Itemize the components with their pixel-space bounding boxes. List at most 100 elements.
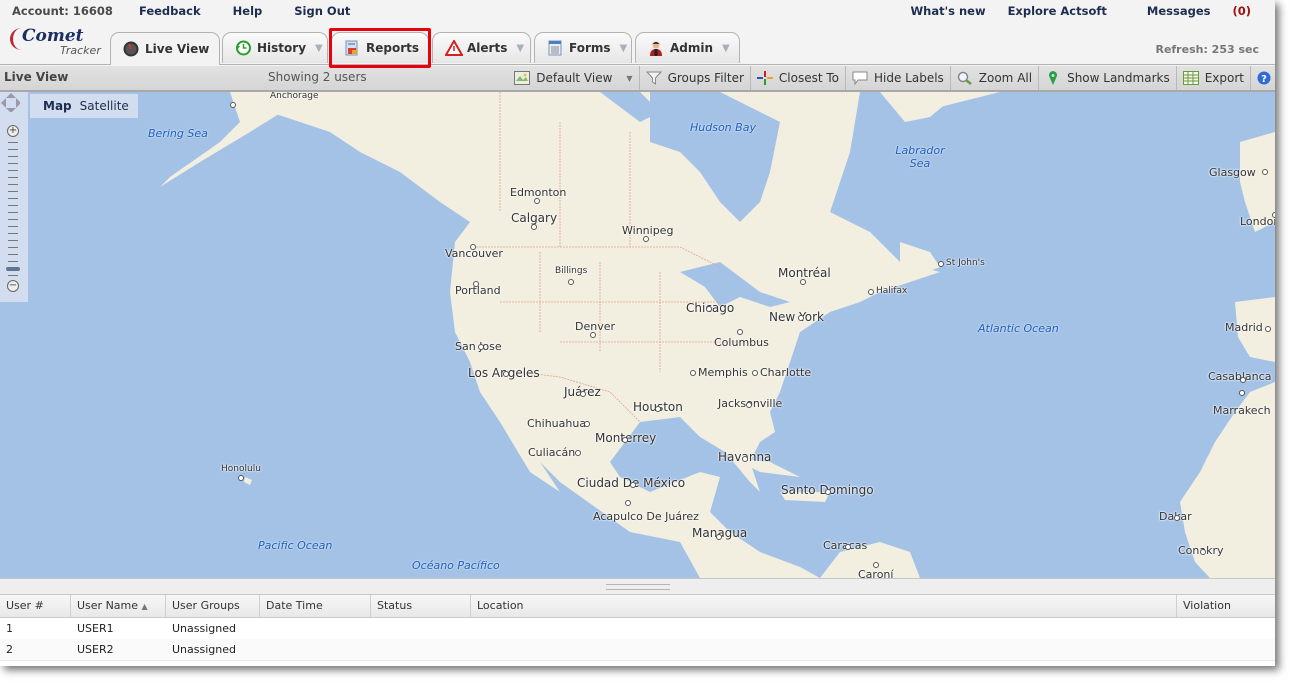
default-view-label: Default View bbox=[536, 71, 613, 85]
splitter-grip-icon[interactable] bbox=[606, 584, 670, 590]
tab-admin[interactable]: Admin ▼ bbox=[635, 32, 740, 63]
city-marker-icon bbox=[230, 102, 236, 108]
city-marker-icon bbox=[590, 332, 596, 338]
hide-labels-label: Hide Labels bbox=[873, 71, 944, 85]
top-links: Account: 16608 Feedback Help Sign Out bbox=[12, 4, 378, 18]
user-icon bbox=[648, 40, 664, 56]
right-links: What's new Explore Actsoft Messages (0) bbox=[892, 4, 1251, 18]
zoom-all-label: Zoom All bbox=[978, 71, 1033, 85]
sea-label: Labrador Sea bbox=[895, 144, 945, 170]
default-view-button[interactable]: Default View ▼ bbox=[508, 66, 638, 90]
city-label: Montréal bbox=[778, 266, 831, 280]
city-label: Columbus bbox=[714, 336, 769, 349]
help-icon: ? bbox=[1257, 71, 1273, 85]
hawaii bbox=[244, 477, 252, 485]
table-row[interactable]: 1 USER1 Unassigned bbox=[0, 618, 1275, 640]
col-user-groups[interactable]: User Groups bbox=[166, 595, 260, 617]
tab-label: Admin bbox=[670, 41, 714, 55]
map-type-satellite[interactable]: Satellite bbox=[80, 99, 129, 113]
show-landmarks-button[interactable]: Show Landmarks bbox=[1038, 66, 1176, 90]
map-canvas[interactable]: Map Satellite + − Bering Sea Hudson Bay … bbox=[0, 92, 1275, 578]
zoom-out-button[interactable]: − bbox=[7, 280, 19, 292]
north-america-land bbox=[230, 92, 1000, 578]
city-marker-icon bbox=[575, 450, 581, 456]
users-grid: User # User Name ▲ User Groups Date Time… bbox=[0, 594, 1275, 666]
city-marker-icon bbox=[716, 534, 722, 540]
help-link[interactable]: Help bbox=[233, 4, 263, 18]
city-marker-icon bbox=[742, 456, 748, 462]
chevron-down-icon[interactable]: ▼ bbox=[620, 43, 628, 54]
account-label: Account: 16608 bbox=[12, 4, 113, 18]
cell-date-time bbox=[260, 639, 371, 660]
tab-history[interactable]: History ▼ bbox=[222, 32, 328, 63]
city-marker-icon bbox=[580, 391, 586, 397]
explore-actsoft-link[interactable]: Explore Actsoft bbox=[1008, 4, 1107, 18]
app-window: Account: 16608 Feedback Help Sign Out Wh… bbox=[0, 0, 1275, 666]
export-button[interactable]: Export bbox=[1175, 66, 1250, 90]
document-icon bbox=[547, 40, 563, 56]
closest-to-button[interactable]: Closest To bbox=[749, 66, 845, 90]
table-row[interactable]: 2 USER2 Unassigned bbox=[0, 639, 1275, 661]
city-marker-icon bbox=[938, 261, 944, 267]
sea-label: Hudson Bay bbox=[690, 121, 756, 134]
tab-forms[interactable]: Forms ▼ bbox=[534, 32, 632, 63]
zoom-slider-thumb[interactable] bbox=[6, 267, 20, 271]
col-user-name[interactable]: User Name ▲ bbox=[71, 595, 166, 617]
export-label: Export bbox=[1204, 71, 1244, 85]
funnel-icon bbox=[645, 71, 662, 85]
whats-new-link[interactable]: What's new bbox=[910, 4, 985, 18]
cell-user-number: 1 bbox=[6, 622, 13, 635]
tab-label: Alerts bbox=[467, 41, 508, 55]
messages-link[interactable]: Messages (0) bbox=[1129, 4, 1251, 18]
tab-alerts[interactable]: Alerts ▼ bbox=[432, 32, 531, 63]
chevron-down-icon[interactable]: ▼ bbox=[516, 43, 524, 54]
sign-out-link[interactable]: Sign Out bbox=[294, 4, 350, 18]
chevron-down-icon[interactable]: ▼ bbox=[722, 43, 730, 54]
col-status[interactable]: Status bbox=[371, 595, 471, 617]
cell-status bbox=[371, 639, 471, 660]
city-marker-icon bbox=[1272, 212, 1275, 218]
col-date-time[interactable]: Date Time bbox=[260, 595, 371, 617]
crosshair-icon bbox=[756, 71, 773, 85]
city-label: Honolulu bbox=[221, 464, 261, 474]
hide-labels-button[interactable]: Hide Labels bbox=[844, 66, 950, 90]
city-label: Chihuahua bbox=[527, 417, 587, 430]
chevron-down-icon[interactable]: ▼ bbox=[315, 43, 323, 54]
city-marker-icon bbox=[534, 198, 540, 204]
col-violation[interactable]: Violation bbox=[1177, 595, 1275, 617]
pan-control-icon[interactable] bbox=[0, 92, 20, 112]
city-label: Culiacán bbox=[528, 446, 576, 459]
tab-label: History bbox=[257, 41, 307, 55]
city-marker-icon bbox=[1265, 326, 1271, 332]
city-marker-icon bbox=[690, 370, 696, 376]
map-pin-icon bbox=[1045, 71, 1061, 85]
city-marker-icon bbox=[655, 406, 661, 412]
cell-user-groups: Unassigned bbox=[172, 622, 236, 635]
city-marker-icon bbox=[873, 562, 879, 568]
cell-user-number: 2 bbox=[6, 643, 13, 656]
tab-live-view[interactable]: Live View bbox=[110, 32, 220, 65]
clock-icon bbox=[235, 40, 251, 56]
map-type-map[interactable]: Map bbox=[43, 99, 72, 113]
city-marker-icon bbox=[752, 370, 758, 376]
col-location[interactable]: Location bbox=[471, 595, 1177, 617]
zoom-in-button[interactable]: + bbox=[7, 125, 19, 137]
sea-label: Océano Pacífico bbox=[412, 559, 500, 572]
reports-tab-highlight bbox=[329, 28, 431, 68]
city-label: Acapulco De Juárez bbox=[593, 510, 699, 523]
tab-label: Forms bbox=[569, 41, 611, 55]
groups-filter-button[interactable]: Groups Filter bbox=[638, 66, 750, 90]
chevron-down-icon[interactable]: ▼ bbox=[626, 74, 632, 83]
cell-location bbox=[471, 618, 1177, 639]
city-marker-icon bbox=[478, 344, 484, 350]
sea-label: Pacific Ocean bbox=[258, 539, 333, 552]
sort-asc-icon: ▲ bbox=[141, 602, 148, 611]
panel-splitter[interactable] bbox=[0, 578, 1275, 595]
feedback-link[interactable]: Feedback bbox=[139, 4, 201, 18]
zoom-all-button[interactable]: Zoom All bbox=[949, 66, 1038, 90]
svg-text:?: ? bbox=[1261, 74, 1267, 85]
showing-users-count: Showing 2 users bbox=[268, 70, 367, 84]
help-button[interactable]: ? bbox=[1250, 66, 1275, 90]
col-user-number[interactable]: User # bbox=[0, 595, 71, 617]
city-label: St John's bbox=[946, 258, 985, 268]
